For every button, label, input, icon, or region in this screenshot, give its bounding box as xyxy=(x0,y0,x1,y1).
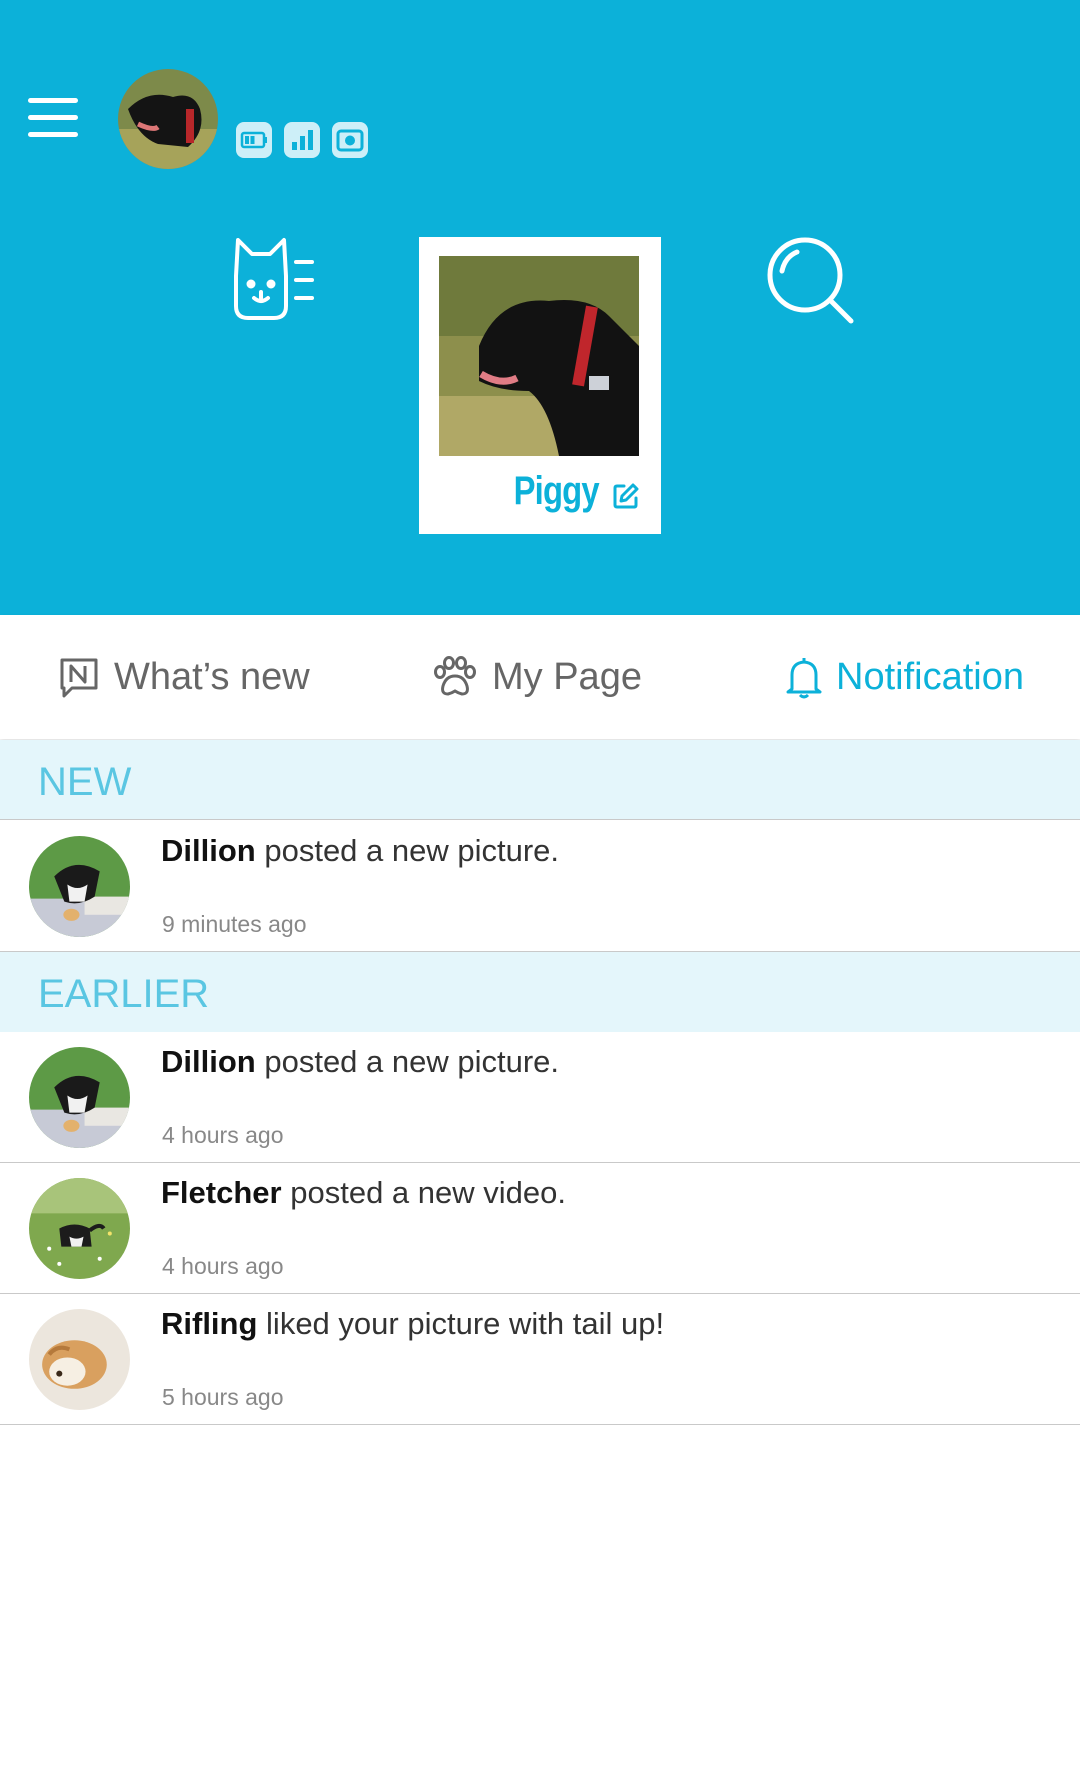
section-title: NEW xyxy=(38,760,132,804)
user-name[interactable]: Dillion xyxy=(161,833,256,868)
tab-notification[interactable]: Notification xyxy=(786,615,1024,739)
tab-bar: What’s new My Page Notification xyxy=(0,615,1080,739)
timestamp: 5 hours ago xyxy=(162,1384,284,1410)
notification-item[interactable]: Rifling liked your picture with tail up!… xyxy=(0,1294,1080,1425)
user-name[interactable]: Fletcher xyxy=(161,1175,282,1210)
notification-item[interactable]: Fletcher posted a new video. 4 hours ago xyxy=(0,1163,1080,1294)
notification-message: posted a new picture. xyxy=(264,833,560,868)
avatar[interactable] xyxy=(118,69,218,169)
menu-icon[interactable] xyxy=(28,98,78,138)
battery-icon xyxy=(236,122,272,158)
notification-text: Dillion posted a new picture. xyxy=(161,1044,559,1080)
notification-item[interactable]: Dillion posted a new picture. 9 minutes … xyxy=(0,821,1080,952)
tab-label: What’s new xyxy=(114,655,310,698)
tab-my-page[interactable]: My Page xyxy=(432,615,642,739)
notification-item[interactable]: Dillion posted a new picture. 4 hours ag… xyxy=(0,1032,1080,1163)
user-name[interactable]: Rifling xyxy=(161,1306,257,1341)
section-title: EARLIER xyxy=(38,972,210,1016)
section-header-earlier: EARLIER xyxy=(0,951,1080,1033)
pet-profile-card[interactable]: Piggy xyxy=(419,237,661,534)
user-name[interactable]: Dillion xyxy=(161,1044,256,1079)
status-icons xyxy=(236,122,368,158)
notification-text: Fletcher posted a new video. xyxy=(161,1175,566,1211)
notification-message: posted a new video. xyxy=(290,1175,566,1210)
timestamp: 4 hours ago xyxy=(162,1122,284,1148)
timestamp: 9 minutes ago xyxy=(162,911,307,937)
notification-text: Rifling liked your picture with tail up! xyxy=(161,1306,664,1342)
notification-message: liked your picture with tail up! xyxy=(266,1306,665,1341)
notification-text: Dillion posted a new picture. xyxy=(161,833,559,869)
avatar xyxy=(29,1309,130,1410)
avatar xyxy=(29,836,130,937)
search-icon[interactable] xyxy=(765,235,857,327)
avatar xyxy=(29,1047,130,1148)
news-icon xyxy=(60,658,98,698)
pet-list-icon[interactable] xyxy=(232,236,316,322)
paw-icon xyxy=(434,656,476,696)
pet-name: Piggy xyxy=(513,469,600,513)
signal-bars-icon xyxy=(284,122,320,158)
timestamp: 4 hours ago xyxy=(162,1253,284,1279)
edit-icon[interactable] xyxy=(611,481,641,511)
notification-message: posted a new picture. xyxy=(264,1044,560,1079)
tab-label: My Page xyxy=(492,655,642,698)
avatar xyxy=(29,1178,130,1279)
tab-whats-new[interactable]: What’s new xyxy=(58,615,310,739)
bell-icon xyxy=(786,658,822,699)
profile-header: Piggy xyxy=(0,0,1080,615)
tab-label: Notification xyxy=(836,655,1024,698)
camera-icon xyxy=(332,122,368,158)
section-header-new: NEW xyxy=(0,740,1080,820)
pet-photo xyxy=(439,256,639,456)
